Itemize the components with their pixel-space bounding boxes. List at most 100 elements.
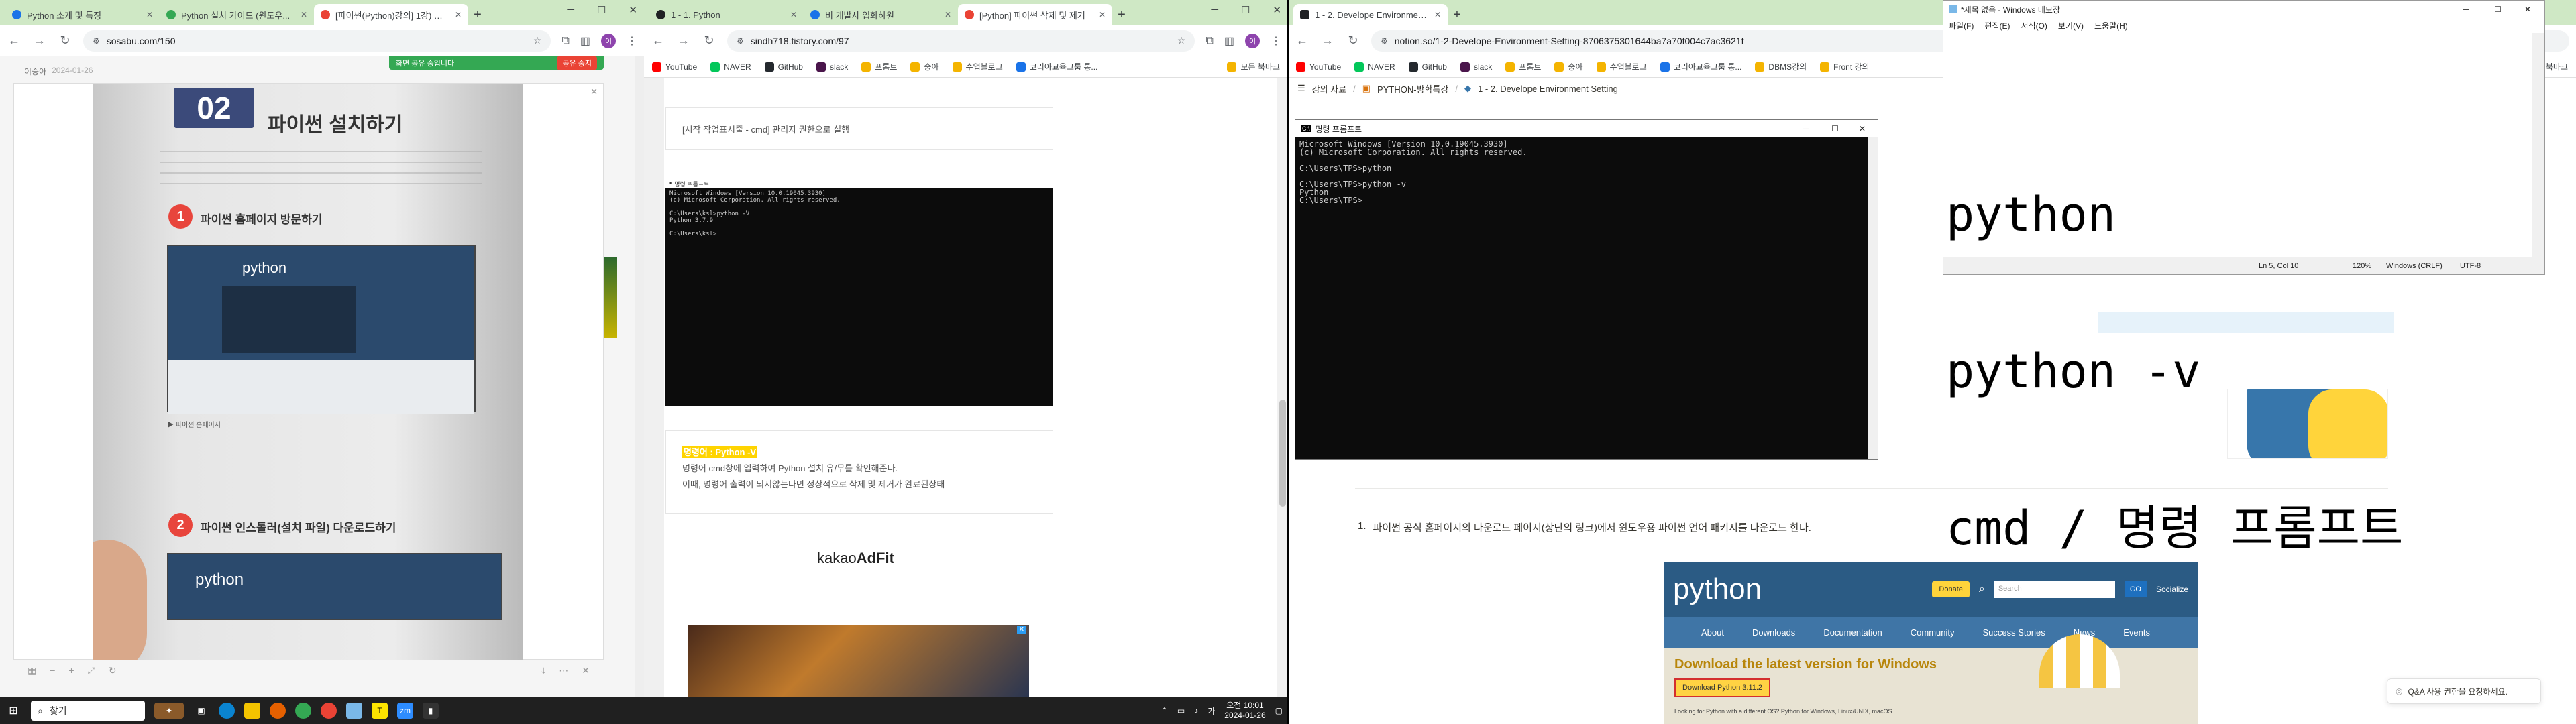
minimize-icon[interactable]: ─ <box>1211 4 1218 16</box>
zoom-icon[interactable]: zm <box>397 703 413 719</box>
extensions-icon[interactable]: ⧉ <box>1205 35 1213 47</box>
close-window-icon[interactable]: ✕ <box>629 4 637 16</box>
close-window-icon[interactable]: ✕ <box>1852 124 1872 133</box>
zoom-in-icon[interactable]: + <box>68 665 74 676</box>
breadcrumb-lecture[interactable]: 강의 자료 <box>1312 82 1346 95</box>
tray-expand-icon[interactable]: ⌃ <box>1161 706 1168 715</box>
bookmark-class-blog[interactable]: 수업블로그 <box>952 61 1003 72</box>
tab-python-uninstall[interactable]: [Python] 파이썬 삭제 및 제거 ✕ <box>958 4 1112 25</box>
bookmark-slack[interactable]: slack <box>816 62 848 72</box>
bookmark-prompt[interactable]: 프롬트 <box>861 61 897 72</box>
site-info-icon[interactable]: ⚙ <box>737 36 744 46</box>
close-window-icon[interactable]: ✕ <box>2516 5 2539 14</box>
minimize-icon[interactable]: ─ <box>1794 124 1819 133</box>
new-tab-button[interactable]: + <box>1112 4 1131 25</box>
breadcrumb-page[interactable]: 1 - 2. Develope Environment Setting <box>1478 84 1618 94</box>
forward-icon[interactable]: → <box>676 34 691 48</box>
new-tab-button[interactable]: + <box>468 4 487 25</box>
site-info-icon[interactable]: ⚙ <box>1381 36 1388 46</box>
close-icon[interactable]: ✕ <box>790 10 797 19</box>
close-icon[interactable]: ✕ <box>455 10 462 19</box>
maximize-icon[interactable]: ☐ <box>1822 124 1848 133</box>
bookmark-naver[interactable]: NAVER <box>1354 62 1395 72</box>
volume-icon[interactable]: ♪ <box>1194 706 1198 715</box>
close-icon[interactable]: ✕ <box>301 10 307 19</box>
menu-help[interactable]: 도움말(H) <box>2094 20 2128 32</box>
menu-view[interactable]: 보기(V) <box>2058 20 2084 32</box>
tab-python-install[interactable]: Python 설치 가이드 (윈도우... ✕ <box>160 4 314 25</box>
rotate-icon[interactable]: ↻ <box>109 665 117 676</box>
reload-icon[interactable]: ↻ <box>58 34 72 48</box>
task-view-icon[interactable]: ▣ <box>193 703 209 719</box>
chrome-active-icon[interactable] <box>321 703 337 719</box>
maximize-icon[interactable]: ☐ <box>1241 4 1250 16</box>
menu-icon[interactable]: ⋮ <box>1271 34 1281 48</box>
maximize-icon[interactable]: ☐ <box>597 4 606 16</box>
edge-icon[interactable] <box>219 703 235 719</box>
menu-toggle-icon[interactable]: ☰ <box>1297 83 1305 94</box>
bookmark-naver[interactable]: NAVER <box>710 62 751 72</box>
reload-icon[interactable]: ↻ <box>702 34 716 48</box>
tab-python-lecture[interactable]: [파이썬(Python)강의] 1강) 파이... ✕ <box>314 4 468 25</box>
avatar[interactable]: 이 <box>1245 33 1260 48</box>
bookmark-github[interactable]: GitHub <box>1408 62 1447 72</box>
bookmark-github[interactable]: GitHub <box>764 62 803 72</box>
bookmark-star-icon[interactable]: ☆ <box>533 35 542 46</box>
clock[interactable]: 오전 10:01 2024-01-26 <box>1224 701 1265 721</box>
download-python-button[interactable]: Download Python 3.11.2 <box>1674 678 1771 697</box>
cmd-output[interactable]: Microsoft Windows [Version 10.0.19045.39… <box>1295 137 1868 459</box>
ad-close-icon[interactable]: ✕ <box>1016 626 1026 634</box>
sidepanel-icon[interactable]: ▥ <box>580 34 590 48</box>
more-icon[interactable]: ⋯ <box>559 665 568 676</box>
terminal-icon[interactable]: ▮ <box>423 703 439 719</box>
bookmark-sunga[interactable]: 숭아 <box>910 61 939 72</box>
nav-documentation[interactable]: Documentation <box>1823 627 1882 638</box>
close-photo-icon[interactable]: ✕ <box>590 86 598 97</box>
bookmark-korea-edu[interactable]: 코리아교육그룹 통... <box>1016 61 1097 72</box>
nav-downloads[interactable]: Downloads <box>1752 627 1795 638</box>
close-window-icon[interactable]: ✕ <box>1273 4 1281 16</box>
ime-icon[interactable]: 가 <box>1208 705 1215 717</box>
scroll-thumb[interactable] <box>1279 400 1286 507</box>
download-icon[interactable]: ⤓ <box>541 665 545 676</box>
tab-python-intro[interactable]: Python 소개 및 특징 ✕ <box>5 4 160 25</box>
explorer-icon[interactable] <box>244 703 260 719</box>
sidepanel-icon[interactable]: ▥ <box>1224 34 1234 48</box>
qa-prompt[interactable]: ◎ Q&A 사용 권한을 요청하세요. <box>2387 678 2541 704</box>
minimize-icon[interactable]: ─ <box>567 4 574 16</box>
tab-dev-blog[interactable]: 비 개발사 입화하원 ✕ <box>804 4 958 25</box>
bookmark-korea-edu[interactable]: 코리아교육그룹 통... <box>1660 61 1741 72</box>
reload-icon[interactable]: ↻ <box>1346 34 1360 48</box>
firefox-icon[interactable] <box>270 703 286 719</box>
forward-icon[interactable]: → <box>32 34 47 48</box>
tab-dev-environment[interactable]: 1 - 2. Develope Environment S... ✕ <box>1293 4 1448 25</box>
bookmark-front[interactable]: Front 강의 <box>1820 61 1870 72</box>
kakaotalk-icon[interactable]: T <box>372 703 388 719</box>
taskbar-search[interactable]: ⌕ 찾기 <box>31 701 145 721</box>
close-icon[interactable]: ✕ <box>1099 10 1106 19</box>
avatar[interactable]: 이 <box>601 33 616 48</box>
notepad-icon[interactable] <box>346 703 362 719</box>
close-icon[interactable]: ✕ <box>945 10 951 19</box>
maximize-icon[interactable]: ☐ <box>2483 5 2512 14</box>
menu-file[interactable]: 파일(F) <box>1949 20 1974 32</box>
site-info-icon[interactable]: ⚙ <box>93 36 100 46</box>
close-icon[interactable]: ✕ <box>1434 10 1441 19</box>
back-icon[interactable]: ← <box>651 34 665 48</box>
notepad-scrollbar[interactable] <box>2532 33 2544 257</box>
start-icon[interactable]: ⊞ <box>5 703 21 719</box>
fullscreen-icon[interactable]: ⤢ <box>88 665 95 676</box>
bookmark-class-blog[interactable]: 수업블로그 <box>1596 61 1647 72</box>
vertical-scrollbar[interactable] <box>635 56 644 697</box>
address-bar[interactable]: ⚙ sindh718.tistory.com/97 ☆ <box>727 29 1195 52</box>
chrome-icon[interactable] <box>295 703 311 719</box>
menu-format[interactable]: 서식(O) <box>2021 20 2047 32</box>
ad-banner[interactable]: ✕ <box>688 625 1029 697</box>
address-bar[interactable]: ⚙ sosabu.com/150 ☆ <box>83 29 551 52</box>
breadcrumb-python[interactable]: PYTHON-방학특강 <box>1377 82 1448 95</box>
bookmark-prompt[interactable]: 프롬트 <box>1505 61 1541 72</box>
network-icon[interactable]: ▭ <box>1177 706 1185 715</box>
close-viewer-icon[interactable]: ✕ <box>582 665 590 676</box>
bookmark-youtube[interactable]: YouTube <box>1296 62 1341 72</box>
zoom-out-icon[interactable]: − <box>50 665 55 676</box>
